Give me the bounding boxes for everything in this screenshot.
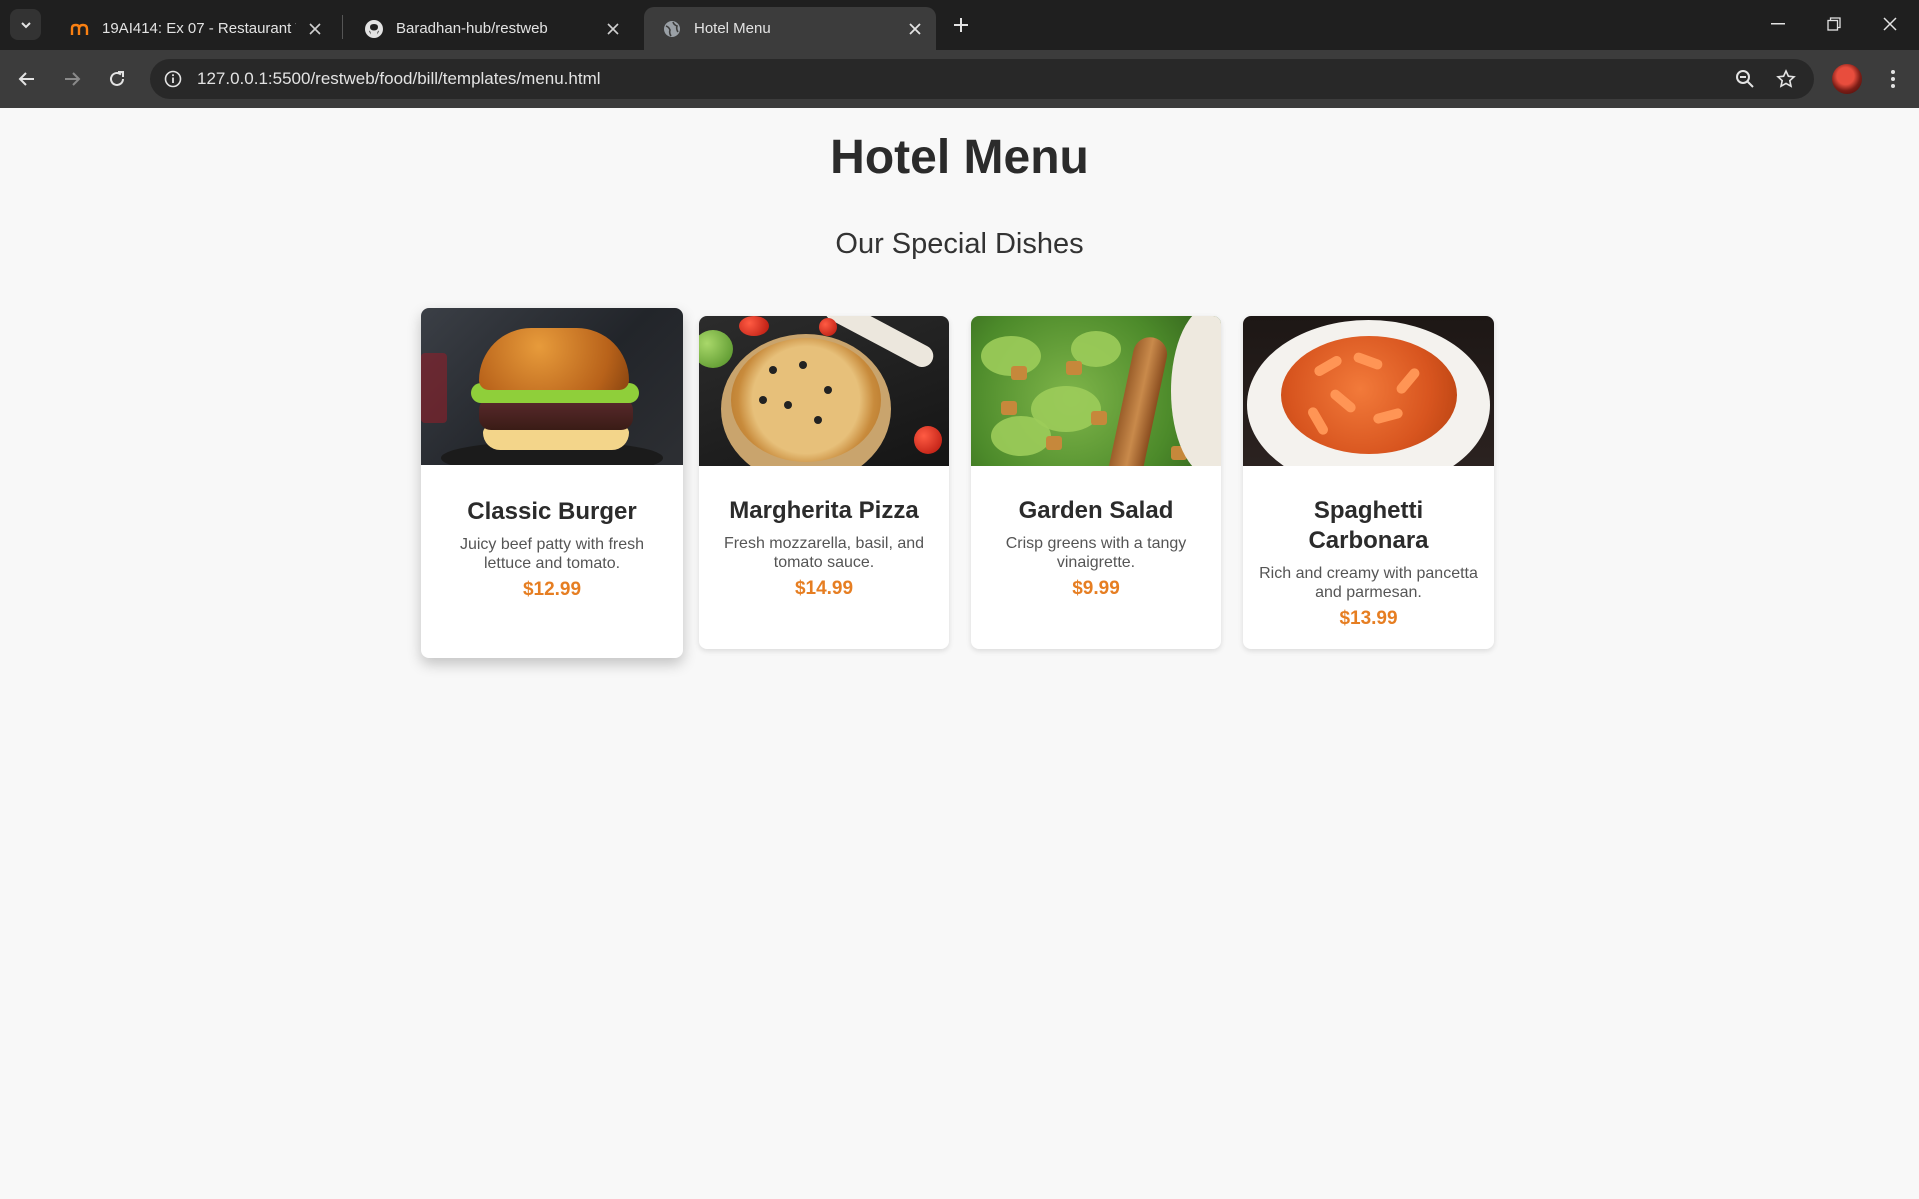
github-icon [364,19,384,39]
browser-toolbar: 127.0.0.1:5500/restweb/food/bill/templat… [0,50,1919,108]
tab-divider [342,15,343,39]
forward-button[interactable] [55,62,89,96]
plus-icon [953,17,969,33]
dish-price: $14.99 [794,578,854,599]
tab-title: 19AI414: Ex 07 - Restaurant We [102,20,296,37]
dish-card-salad[interactable]: Garden Salad Crisp greens with a tangy v… [971,316,1221,649]
pasta-photo [1243,316,1494,466]
dish-card-pasta[interactable]: Spaghetti Carbonara Rich and creamy with… [1243,316,1494,649]
dish-card-pizza[interactable]: Margherita Pizza Fresh mozzarella, basil… [699,316,949,649]
arrow-right-icon [63,70,81,88]
restore-button[interactable] [1806,0,1862,48]
dish-name: Garden Salad [1018,497,1174,524]
minimize-icon [1771,23,1785,25]
star-icon [1776,69,1796,89]
tab-title: Hotel Menu [694,20,771,37]
dish-description: Crisp greens with a tangy vinaigrette. [1005,535,1187,571]
arrow-left-icon [18,70,36,88]
close-icon[interactable] [304,18,326,40]
chevron-down-icon [19,18,33,32]
zoom-out-icon [1735,69,1755,89]
tab-github[interactable]: Baradhan-hub/restweb [346,7,634,50]
url-text: 127.0.0.1:5500/restweb/food/bill/templat… [197,69,601,88]
close-icon [1883,17,1897,31]
tab-moodle[interactable]: 19AI414: Ex 07 - Restaurant We [52,7,336,50]
new-tab-button[interactable] [946,10,976,40]
salad-photo [971,316,1221,466]
dish-name: Spaghetti Carbonara [1308,497,1429,554]
tab-title: Baradhan-hub/restweb [396,20,548,37]
dish-description: Fresh mozzarella, basil, and tomato sauc… [723,535,925,571]
profile-avatar[interactable] [1832,64,1862,94]
address-bar[interactable]: 127.0.0.1:5500/restweb/food/bill/templat… [150,59,1814,99]
minimize-button[interactable] [1750,0,1806,48]
tab-strip: 19AI414: Ex 07 - Restaurant We Baradhan-… [0,0,1919,50]
site-info-icon[interactable] [160,66,186,92]
dish-card-burger[interactable]: Classic Burger Juicy beef patty with fre… [421,308,683,658]
globe-icon [662,19,682,39]
burger-photo [421,308,683,465]
page-title: Hotel Menu [830,131,1089,184]
dish-name: Margherita Pizza [729,497,919,524]
close-icon[interactable] [904,18,926,40]
more-vertical-icon [1891,70,1895,88]
tab-search-button[interactable] [10,9,41,40]
dish-name: Classic Burger [467,498,637,525]
dish-description: Rich and creamy with pancetta and parmes… [1259,565,1478,601]
restore-icon [1827,17,1841,31]
close-window-button[interactable] [1862,0,1918,48]
page-content: Hotel Menu Our Special Dishes Classic Bu… [0,108,1919,1199]
dish-price: $12.99 [522,579,582,600]
pizza-photo [699,316,949,466]
reload-icon [108,70,126,88]
dish-price: $9.99 [1072,578,1120,599]
close-icon[interactable] [602,18,624,40]
tab-hotel-menu[interactable]: Hotel Menu [644,7,936,50]
page-subtitle: Our Special Dishes [835,228,1084,260]
moodle-icon [70,19,90,39]
back-button[interactable] [10,62,44,96]
dish-description: Juicy beef patty with fresh lettuce and … [459,536,645,572]
zoom-button[interactable] [1731,65,1759,93]
reload-button[interactable] [100,62,134,96]
dish-price: $13.99 [1339,608,1398,629]
browser-menu-button[interactable] [1878,64,1908,94]
bookmark-button[interactable] [1772,65,1800,93]
